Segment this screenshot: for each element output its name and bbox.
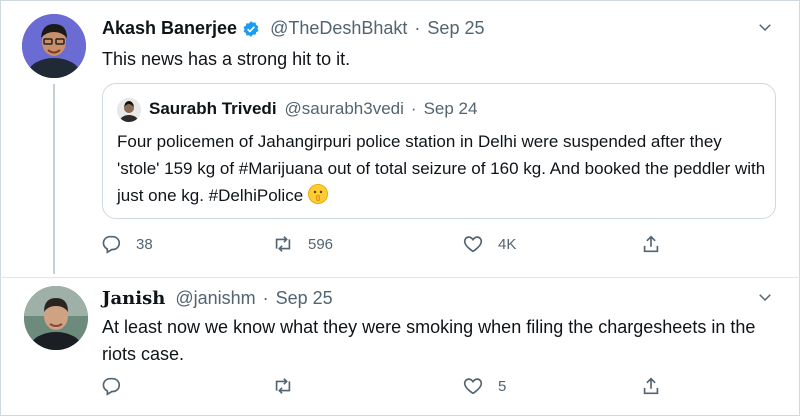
like-icon [463,378,483,395]
tweet-text: This news has a strong hit to it. [102,49,351,69]
retweet-button[interactable]: 596 [272,233,333,255]
tweet-actions: 38 596 4K [100,233,680,257]
shushing-face-emoji [307,184,328,204]
reply-icon [102,235,121,254]
author-name[interactable]: Akash Banerjee [102,18,237,39]
quote-author-handle[interactable]: @saurabh3vedi [285,99,404,119]
share-button[interactable] [640,233,662,255]
quote-date[interactable]: Sep 24 [424,99,478,119]
avatar-akash[interactable] [22,14,86,78]
author-handle[interactable]: @TheDeshBhakt [270,18,407,39]
verified-badge-icon [243,20,259,37]
tweet-text: At least now we know what they were smok… [102,317,756,364]
chevron-down-icon[interactable] [756,18,774,36]
share-button[interactable] [640,375,662,397]
separator: · [410,99,417,118]
retweet-icon [275,236,291,252]
author-name[interactable]: 𝐉𝐚𝐧𝐢𝐬𝐡 [102,288,165,309]
tweet-date[interactable]: Sep 25 [427,18,484,39]
share-icon [643,235,659,253]
reply-icon [102,377,121,396]
separator: · [414,18,421,38]
thread-connector-line [53,84,55,274]
reply-button[interactable] [100,375,136,397]
author-handle[interactable]: @janishm [175,288,255,309]
reply-button[interactable]: 38 [100,233,153,255]
quote-text-block: Four policemen of Jahangirpuri police st… [117,128,767,209]
quoted-tweet[interactable]: Saurabh Trivedi @saurabh3vedi · Sep 24 F… [102,83,776,219]
retweet-button[interactable] [272,375,308,397]
avatar-saurabh[interactable] [117,98,141,122]
retweet-count: 596 [308,235,334,253]
retweet-icon [275,378,291,394]
reply-count: 38 [136,235,153,253]
like-count: 4K [498,235,517,253]
like-icon [463,236,483,253]
separator: · [262,288,269,308]
share-icon [643,377,659,395]
chevron-down-icon[interactable] [756,288,774,306]
tweet-header: 𝐉𝐚𝐧𝐢𝐬𝐡 @janishm · Sep 25 [102,288,333,309]
like-button[interactable]: 4K [462,233,516,255]
avatar-janish[interactable] [24,286,88,350]
quote-author-name[interactable]: Saurabh Trivedi [149,99,277,119]
like-button[interactable]: 5 [462,375,506,397]
quote-text: Four policemen of Jahangirpuri police st… [117,132,766,205]
tweet-actions: 5 [100,375,680,399]
like-count: 5 [498,377,507,395]
quote-header: Saurabh Trivedi @saurabh3vedi · Sep 24 [149,99,477,119]
tweet-header: Akash Banerjee @TheDeshBhakt · Sep 25 [102,18,484,39]
tweet-date[interactable]: Sep 25 [276,288,333,309]
